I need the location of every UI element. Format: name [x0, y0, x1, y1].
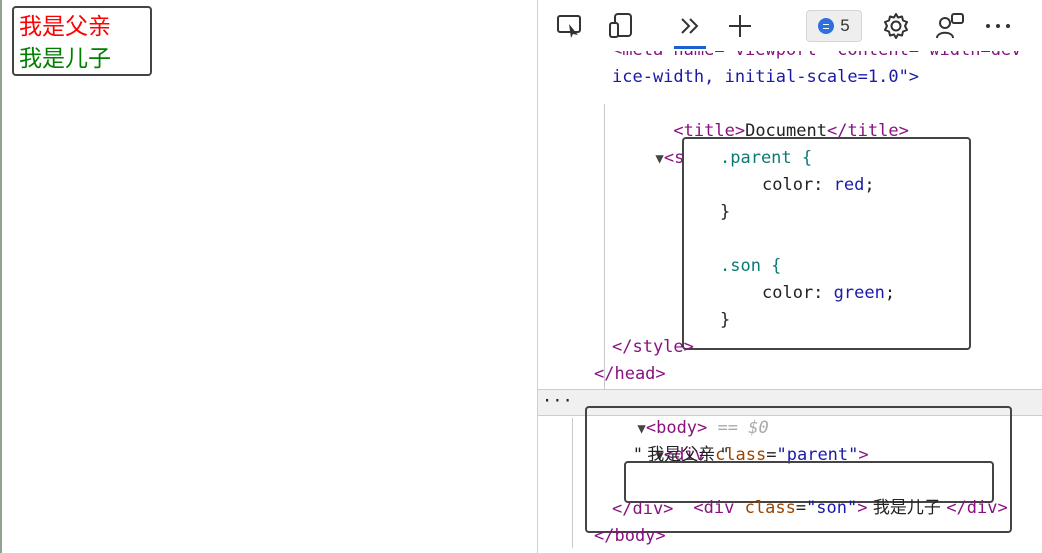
title-line[interactable]: <title>Document</title>	[612, 91, 908, 141]
css-parent-close: }	[720, 202, 731, 222]
parent-div-close-tag[interactable]: </div>	[612, 496, 673, 523]
css-son-rule: color: green;	[762, 283, 896, 303]
issues-count: 5	[840, 16, 850, 35]
meta-line-continued[interactable]: ice-width, initial-scale=1.0">	[612, 64, 919, 91]
parent-div-line[interactable]: ▼<div class="parent">	[594, 415, 868, 465]
issues-icon	[818, 18, 835, 34]
son-text: 我是儿子	[19, 46, 111, 72]
meta-line[interactable]: <meta name="viewport" content="width=dev	[612, 51, 1021, 64]
css-son-selector: .son {	[720, 256, 782, 276]
tree-guide	[572, 418, 573, 548]
parent-div-preview: 我是父亲 我是儿子	[12, 6, 152, 76]
css-parent-rule: color: red;	[762, 175, 875, 195]
css-son-close: }	[720, 310, 731, 330]
style-close-tag[interactable]: </style>	[612, 334, 694, 361]
devtools-panel: 5 <meta name="viewport" content="width=d…	[537, 0, 1042, 553]
page-viewport: 我是父亲 我是儿子	[0, 0, 537, 553]
elements-tree: <meta name="viewport" content="width=dev…	[538, 38, 1042, 553]
expand-triangle-icon[interactable]: ▼	[655, 151, 663, 167]
parent-text: 我是父亲	[19, 14, 111, 40]
css-parent-selector: .parent {	[720, 148, 813, 168]
son-div-line[interactable]: <div class="son"> 我是儿子 </div>	[632, 468, 1007, 518]
body-close-tag[interactable]: </body>	[594, 523, 666, 550]
head-close-tag[interactable]: </head>	[594, 361, 666, 388]
row-options-icon[interactable]: ···	[542, 388, 573, 415]
